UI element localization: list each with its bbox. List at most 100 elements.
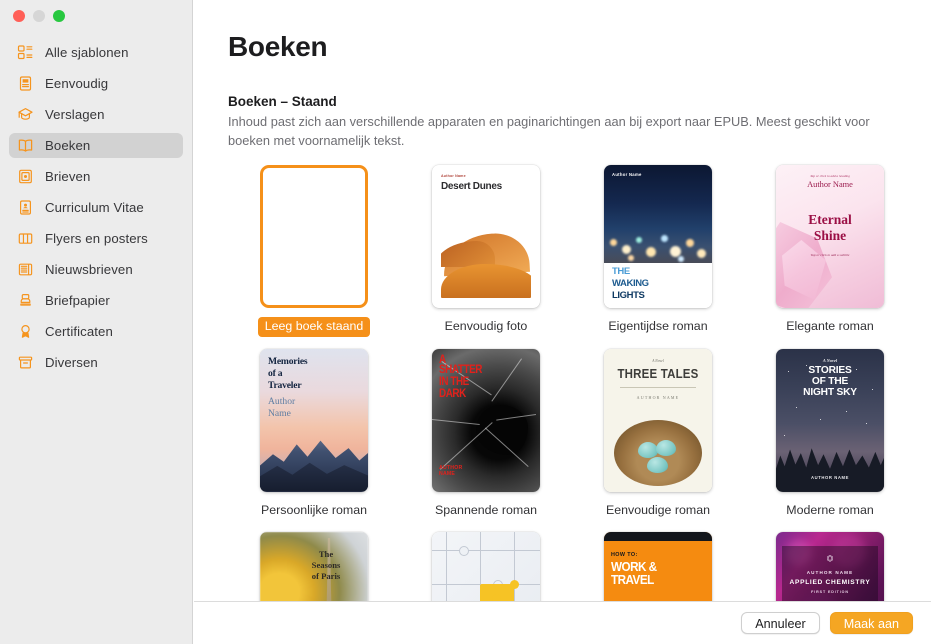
cover-title-line2: OF THE	[811, 375, 849, 387]
template-label: Elegante roman	[786, 319, 874, 333]
cover-title-line1: STORIES	[808, 364, 852, 376]
cover-kicker: A Novel	[652, 358, 664, 363]
template-thumbnail[interactable]: ⏣ AUTHOR NAME APPLIED CHEMISTRY FIRST ED…	[773, 530, 887, 601]
cover-top-band	[604, 532, 712, 541]
template-card-spannende-roman[interactable]: A SHATTER IN THE DARK AUTHOR NAME Spanne…	[400, 347, 572, 521]
create-button[interactable]: Maak aan	[829, 612, 913, 634]
template-card-puzzle[interactable]	[400, 530, 572, 601]
sidebar-item-label: Diversen	[45, 355, 98, 370]
cover-title-line3: of Paris	[311, 571, 341, 581]
work-travel-cover-art: HOW TO: WORK & TRAVEL	[604, 532, 712, 601]
template-chooser-window: Alle sjablonen Eenvoudig Verslagen Boeke…	[0, 0, 931, 644]
template-thumbnail[interactable]: Author Name THE WAKING LIGHTS	[601, 163, 715, 310]
template-thumbnail[interactable]: HOW TO: WORK & TRAVEL	[601, 530, 715, 601]
shatter-dark-cover-art: A SHATTER IN THE DARK AUTHOR NAME	[432, 348, 540, 492]
template-thumbnail[interactable]: A Novel STORIES OF THE NIGHT SKY AUTHOR …	[773, 347, 887, 494]
template-thumbnail[interactable]: Author Name Desert Dunes	[429, 163, 543, 310]
cover-title: THREE TALES	[617, 366, 699, 381]
misc-box-icon	[17, 354, 34, 371]
template-thumbnail[interactable]: The Seasons of Paris	[257, 530, 371, 601]
template-label: Eigentijdse roman	[608, 319, 708, 333]
cover-author-line1: Author	[268, 395, 296, 407]
blank-book-cover-art	[260, 165, 368, 308]
template-thumbnail[interactable]: A SHATTER IN THE DARK AUTHOR NAME	[429, 347, 543, 494]
close-window-button[interactable]	[13, 10, 25, 22]
cover-title-line2: of a	[268, 367, 283, 379]
cover-title-line3: NIGHT SKY	[803, 386, 857, 398]
template-label: Eenvoudig foto	[444, 319, 528, 333]
seasons-paris-cover-art: The Seasons of Paris	[260, 532, 368, 601]
template-label: Moderne roman	[786, 502, 874, 517]
cover-kicker: A Novel	[822, 357, 838, 363]
sidebar-item-boeken[interactable]: Boeken	[9, 133, 183, 158]
sidebar-item-nieuwsbrieven[interactable]: Nieuwsbrieven	[9, 257, 183, 282]
sidebar-item-diversen[interactable]: Diversen	[9, 350, 183, 375]
cover-title: APPLIED CHEMISTRY	[789, 579, 871, 586]
template-thumbnail[interactable]: A Novel THREE TALES AUTHOR NAME	[601, 347, 715, 494]
cover-author: Author Name	[441, 174, 466, 178]
sidebar-item-briefpapier[interactable]: Briefpapier	[9, 288, 183, 313]
template-card-eenvoudige-roman[interactable]: A Novel THREE TALES AUTHOR NAME Eenvoudi…	[572, 347, 744, 521]
template-label: Spannende roman	[435, 502, 537, 517]
cover-title-line3: LIGHTS	[612, 289, 645, 301]
sidebar-item-flyers-en-posters[interactable]: Flyers en posters	[9, 226, 183, 251]
sidebar-item-verslagen[interactable]: Verslagen	[9, 102, 183, 127]
template-card-seasons-of-paris[interactable]: The Seasons of Paris	[228, 530, 400, 601]
basic-document-icon	[17, 75, 34, 92]
reports-graduation-icon	[17, 106, 34, 123]
maximize-window-button[interactable]	[53, 10, 65, 22]
eternal-shine-cover-art: Tap or click to add a heading Author Nam…	[776, 165, 884, 308]
cover-title-line4: DARK	[439, 387, 466, 400]
template-thumbnail[interactable]: Memories of a Traveler Author Name	[257, 347, 371, 494]
cover-title-line2: Seasons	[311, 560, 341, 570]
sidebar-item-curriculum-vitae[interactable]: Curriculum Vitae	[9, 195, 183, 220]
letters-frame-icon	[17, 168, 34, 185]
three-tales-cover-art: A Novel THREE TALES AUTHOR NAME	[604, 348, 712, 492]
sidebar-item-brieven[interactable]: Brieven	[9, 164, 183, 189]
cover-title-line3: Traveler	[268, 379, 302, 391]
cover-hint: Tap or click to add a heading	[810, 174, 850, 178]
sidebar-item-label: Curriculum Vitae	[45, 200, 144, 215]
template-card-moderne-roman[interactable]: A Novel STORIES OF THE NIGHT SKY AUTHOR …	[744, 347, 916, 521]
template-card-applied-chemistry[interactable]: ⏣ AUTHOR NAME APPLIED CHEMISTRY FIRST ED…	[744, 530, 916, 601]
cover-author-line2: Name	[268, 407, 291, 419]
sidebar-item-label: Nieuwsbrieven	[45, 262, 133, 277]
minimize-window-button[interactable]	[33, 10, 45, 22]
template-thumbnail[interactable]: Tap or click to add a heading Author Nam…	[773, 163, 887, 310]
template-label: Eenvoudige roman	[605, 502, 710, 517]
sidebar-item-eenvoudig[interactable]: Eenvoudig	[9, 71, 183, 96]
template-label: Persoonlijke roman	[260, 502, 368, 517]
cover-title-line1: Memories	[268, 355, 308, 367]
resume-person-icon	[17, 199, 34, 216]
sidebar-item-label: Eenvoudig	[45, 76, 109, 91]
cancel-button[interactable]: Annuleer	[741, 612, 820, 634]
sidebar-category-list: Alle sjablonen Eenvoudig Verslagen Boeke…	[0, 40, 192, 381]
template-card-eenvoudig-foto[interactable]: Author Name Desert Dunes Eenvoudig foto	[400, 163, 572, 337]
cover-title-line1: Eternal	[808, 212, 852, 227]
section-title: Boeken – Staand	[228, 94, 337, 109]
template-card-eigentijdse-roman[interactable]: Author Name THE WAKING LIGHTS Eigentijds…	[572, 163, 744, 337]
template-grid: Leeg boek staand Author Name Desert Dune…	[228, 163, 928, 601]
template-thumbnail[interactable]	[257, 163, 371, 310]
template-card-work-and-travel[interactable]: HOW TO: WORK & TRAVEL	[572, 530, 744, 601]
cover-title-line2: Shine	[813, 228, 847, 243]
flyers-columns-icon	[17, 230, 34, 247]
sidebar-item-label: Boeken	[45, 138, 91, 153]
sidebar-item-certificaten[interactable]: Certificaten	[9, 319, 183, 344]
section-header: Boeken – Staand Inhoud past zich aan ver…	[228, 94, 890, 150]
sidebar-item-label: Certificaten	[45, 324, 113, 339]
window-traffic-lights	[13, 10, 65, 22]
cover-author-line2: NAME	[439, 471, 456, 478]
template-card-elegante-roman[interactable]: Tap or click to add a heading Author Nam…	[744, 163, 916, 337]
sidebar-item-label: Flyers en posters	[45, 231, 148, 246]
cover-author: Author Name	[807, 180, 853, 189]
desert-photo	[441, 210, 531, 298]
molecule-icon: ⏣	[826, 554, 834, 563]
cover-title-line2: WAKING	[612, 277, 649, 289]
template-thumbnail[interactable]	[429, 530, 543, 601]
template-card-leeg-boek-staand[interactable]: Leeg boek staand	[228, 163, 400, 337]
puzzle-cover-art	[432, 532, 540, 601]
sidebar-item-alle-sjablonen[interactable]: Alle sjablonen	[9, 40, 183, 65]
cover-subtitle: Tap or click to add a subtitle	[810, 253, 850, 257]
template-card-persoonlijke-roman[interactable]: Memories of a Traveler Author Name Perso…	[228, 347, 400, 521]
